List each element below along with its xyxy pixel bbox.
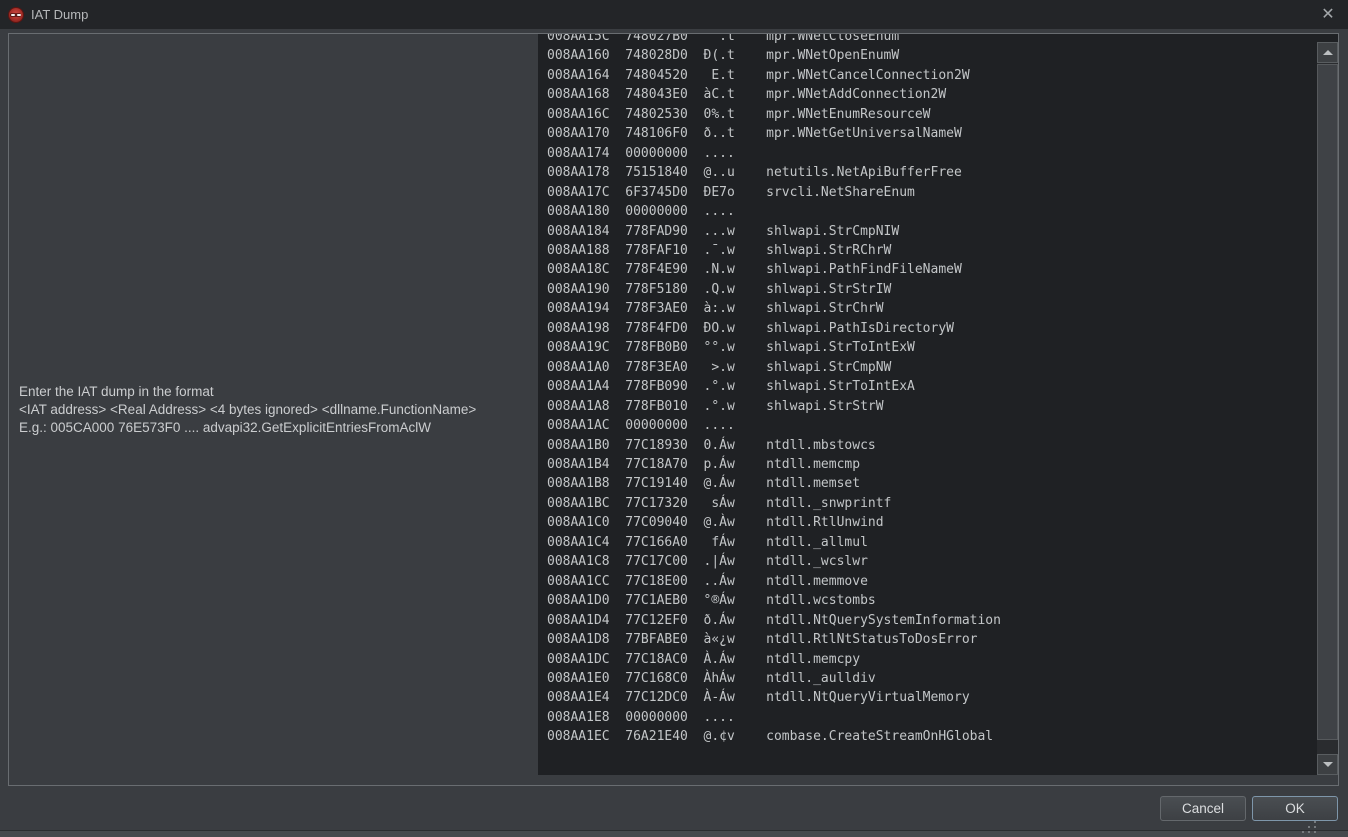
titlebar: IAT Dump ✕: [0, 0, 1348, 29]
dump-line: 008AA1C8 77C17C00 .|Áw ntdll._wcslwr: [547, 552, 1316, 571]
dump-line: 008AA180 00000000 ....: [547, 202, 1316, 221]
dump-line: 008AA1E0 77C168C0 ÀhÁw ntdll._aulldiv: [547, 669, 1316, 688]
app-bug-icon: [8, 7, 24, 23]
scroll-down-button[interactable]: [1317, 754, 1338, 775]
dump-line: 008AA178 75151840 @..u netutils.NetApiBu…: [547, 163, 1316, 182]
dialog-content-box: Enter the IAT dump in the format <IAT ad…: [8, 33, 1339, 786]
iat-dump-text: 008AA15C 748027B0 °'.t mpr.WNetCloseEnum…: [547, 34, 1316, 747]
dump-line: 008AA1C0 77C09040 @.Àw ntdll.RtlUnwind: [547, 513, 1316, 532]
window-bottom-edge: [0, 830, 1348, 837]
dump-line: 008AA1E8 00000000 ....: [547, 708, 1316, 727]
dump-line: 008AA1D8 77BFABE0 à«¿w ntdll.RtlNtStatus…: [547, 630, 1316, 649]
dump-line: 008AA160 748028D0 Ð(.t mpr.WNetOpenEnumW: [547, 46, 1316, 65]
arrow-down-icon: [1323, 762, 1333, 767]
iat-dump-textedit[interactable]: 008AA15C 748027B0 °'.t mpr.WNetCloseEnum…: [538, 34, 1338, 775]
dump-line: 008AA1BC 77C17320 sÁw ntdll._snwprintf: [547, 494, 1316, 513]
cancel-button[interactable]: Cancel: [1160, 796, 1246, 821]
dump-line: 008AA1C4 77C166A0 fÁw ntdll._allmul: [547, 533, 1316, 552]
arrow-up-icon: [1323, 50, 1333, 55]
scrollbar-thumb[interactable]: [1317, 64, 1338, 740]
dump-line: 008AA18C 778F4E90 .N.w shlwapi.PathFindF…: [547, 260, 1316, 279]
dump-line: 008AA194 778F3AE0 à:.w shlwapi.StrChrW: [547, 299, 1316, 318]
dump-line: 008AA1B8 77C19140 @.Áw ntdll.memset: [547, 474, 1316, 493]
dump-line: 008AA1A0 778F3EA0 >.w shlwapi.StrCmpNW: [547, 358, 1316, 377]
dump-line: 008AA1B4 77C18A70 p.Áw ntdll.memcmp: [547, 455, 1316, 474]
instruction-line-3: E.g.: 005CA000 76E573F0 .... advapi32.Ge…: [19, 419, 534, 437]
dump-line: 008AA1A4 778FB090 .°.w shlwapi.StrToIntE…: [547, 377, 1316, 396]
dump-line: 008AA1A8 778FB010 .°.w shlwapi.StrStrW: [547, 397, 1316, 416]
dump-line: 008AA1AC 00000000 ....: [547, 416, 1316, 435]
close-icon[interactable]: ✕: [1314, 3, 1342, 26]
size-grip[interactable]: [1314, 831, 1316, 833]
dump-line: 008AA1B0 77C18930 0.Áw ntdll.mbstowcs: [547, 436, 1316, 455]
dump-line: 008AA190 778F5180 .Q.w shlwapi.StrStrIW: [547, 280, 1316, 299]
format-instructions: Enter the IAT dump in the format <IAT ad…: [19, 383, 534, 437]
ok-button[interactable]: OK: [1252, 796, 1338, 821]
dump-line: 008AA164 74804520 E.t mpr.WNetCancelConn…: [547, 66, 1316, 85]
dump-line: 008AA15C 748027B0 °'.t mpr.WNetCloseEnum: [547, 34, 1316, 46]
dump-line: 008AA188 778FAF10 .¯.w shlwapi.StrRChrW: [547, 241, 1316, 260]
dump-line: 008AA1D0 77C1AEB0 °®Áw ntdll.wcstombs: [547, 591, 1316, 610]
dump-line: 008AA16C 74802530 0%.t mpr.WNetEnumResou…: [547, 105, 1316, 124]
dump-line: 008AA1DC 77C18AC0 À.Áw ntdll.memcpy: [547, 650, 1316, 669]
dump-line: 008AA170 748106F0 ð..t mpr.WNetGetUniver…: [547, 124, 1316, 143]
dump-line: 008AA1CC 77C18E00 ..Áw ntdll.memmove: [547, 572, 1316, 591]
window-title: IAT Dump: [31, 7, 88, 22]
dump-line: 008AA184 778FAD90 ...w shlwapi.StrCmpNIW: [547, 222, 1316, 241]
dump-line: 008AA17C 6F3745D0 ÐE7o srvcli.NetShareEn…: [547, 183, 1316, 202]
vertical-scrollbar[interactable]: [1317, 42, 1338, 775]
dump-line: 008AA174 00000000 ....: [547, 144, 1316, 163]
dump-line: 008AA198 778F4FD0 ÐO.w shlwapi.PathIsDir…: [547, 319, 1316, 338]
scroll-up-button[interactable]: [1317, 42, 1338, 63]
dump-line: 008AA1D4 77C12EF0 ð.Áw ntdll.NtQuerySyst…: [547, 611, 1316, 630]
instruction-line-1: Enter the IAT dump in the format: [19, 383, 534, 401]
dump-line: 008AA19C 778FB0B0 °°.w shlwapi.StrToIntE…: [547, 338, 1316, 357]
dump-line: 008AA1EC 76A21E40 @.¢v combase.CreateStr…: [547, 727, 1316, 746]
instruction-line-2: <IAT address> <Real Address> <4 bytes ig…: [19, 401, 534, 419]
dump-line: 008AA1E4 77C12DC0 À-Áw ntdll.NtQueryVirt…: [547, 688, 1316, 707]
dump-line: 008AA168 748043E0 àC.t mpr.WNetAddConnec…: [547, 85, 1316, 104]
